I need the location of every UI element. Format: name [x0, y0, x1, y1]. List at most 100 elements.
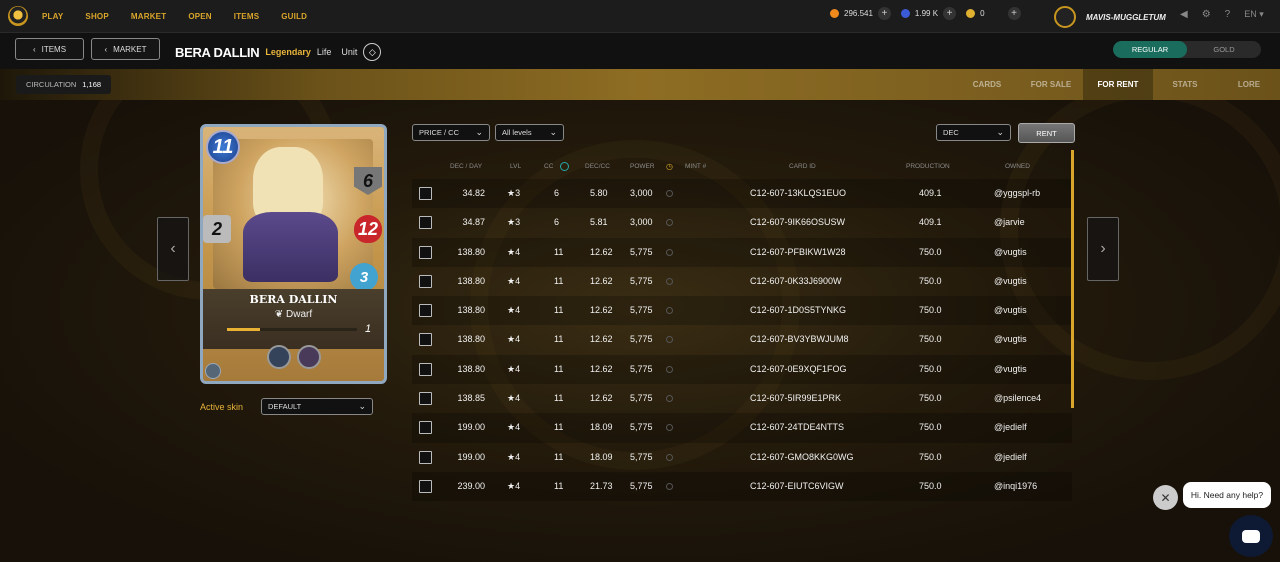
table-row[interactable]: 138.80 ★4 11 12.62 5,775 C12-607-0K33J6900W 75…	[412, 267, 1072, 296]
col-power[interactable]: POWER	[630, 163, 655, 170]
col-dec-day[interactable]: DEC / DAY	[450, 163, 482, 170]
cell-production: 750.0	[919, 480, 942, 491]
level-filter-select[interactable]: All levels ⌄	[495, 124, 564, 141]
table-row[interactable]: 138.80 ★4 11 12.62 5,775 C12-607-BV3YBWJUM8 75…	[412, 325, 1072, 354]
add-sps-button[interactable]: +	[943, 7, 957, 20]
back-market-button[interactable]: ‹ MARKET	[91, 38, 160, 60]
language-select[interactable]: EN ▾	[1244, 9, 1264, 20]
tab-for-rent[interactable]: FOR RENT	[1083, 69, 1153, 100]
row-checkbox[interactable]	[419, 333, 432, 347]
ability-icon[interactable]	[297, 345, 321, 369]
gear-icon[interactable]: ⚙	[1202, 9, 1211, 20]
cell-production: 750.0	[919, 275, 942, 286]
tab-stats[interactable]: STATS	[1153, 69, 1217, 100]
cell-owner[interactable]: @vugtis	[994, 305, 1027, 315]
chat-open-button[interactable]	[1229, 515, 1273, 557]
cell-owner[interactable]: @jarvie	[994, 217, 1025, 227]
chat-close-button[interactable]: ✕	[1153, 485, 1178, 510]
circulation-value: 1,168	[82, 80, 102, 89]
sound-icon[interactable]: ◀︎	[1180, 9, 1188, 20]
col-cc[interactable]: CC	[544, 163, 553, 170]
col-owned[interactable]: OWNED	[1005, 163, 1030, 170]
row-checkbox[interactable]	[419, 304, 432, 318]
row-checkbox[interactable]	[419, 392, 432, 406]
table-row[interactable]: 199.00 ★4 11 18.09 5,775 C12-607-24TDE4NTTS 75…	[412, 413, 1072, 443]
nav-play[interactable]: PLAY	[36, 6, 63, 21]
cell-owner[interactable]: @vugtis	[994, 276, 1027, 286]
circulation-label: CIRCULATION	[26, 80, 77, 89]
table-row[interactable]: 34.82 ★3 6 5.80 3,000 C12-607-13KLQS1EUO 409.1…	[412, 179, 1072, 209]
toggle-gold[interactable]: GOLD	[1187, 41, 1261, 58]
row-checkbox[interactable]	[419, 450, 432, 464]
cell-lvl: ★4	[507, 246, 521, 257]
col-mint[interactable]: MINT #	[685, 163, 706, 170]
info-icon[interactable]	[560, 162, 569, 171]
nav-market[interactable]: MARKET	[124, 6, 166, 21]
chat-greeting-bubble[interactable]: Hi. Need any help?	[1183, 482, 1271, 508]
sort-select[interactable]: PRICE / CC ⌄	[412, 124, 490, 141]
add-dec-button[interactable]: +	[877, 7, 891, 20]
cell-cc: 11	[554, 305, 564, 316]
toggle-regular[interactable]: REGULAR	[1113, 41, 1187, 58]
cell-dec-cc: 12.62	[590, 305, 613, 316]
speed-stat: 3	[350, 263, 378, 291]
cell-owner[interactable]: @vugtis	[994, 247, 1027, 257]
col-lvl[interactable]: LVL	[510, 163, 521, 170]
table-row[interactable]: 138.80 ★4 11 12.62 5,775 C12-607-0E9XQF1FOG 75…	[412, 354, 1072, 385]
nav-shop[interactable]: SHOP	[79, 6, 109, 21]
row-checkbox[interactable]	[419, 274, 432, 288]
cell-owner[interactable]: @vugtis	[994, 334, 1027, 344]
table-row[interactable]: 138.80 ★4 11 12.62 5,775 C12-607-PFBIKW1W28 75…	[412, 237, 1072, 267]
row-checkbox[interactable]	[419, 216, 432, 230]
row-checkbox[interactable]	[419, 245, 432, 259]
cell-owner[interactable]: @vugtis	[994, 364, 1027, 374]
cell-production: 409.1	[919, 217, 942, 228]
tab-for-sale[interactable]: FOR SALE	[1019, 69, 1083, 100]
col-card-id[interactable]: CARD ID	[789, 163, 816, 170]
tab-lore[interactable]: LORE	[1217, 69, 1280, 100]
table-row[interactable]: 138.80 ★4 11 12.62 5,775 C12-607-1D0S5TYNKG 75…	[412, 296, 1072, 326]
row-checkbox[interactable]	[419, 421, 432, 435]
skin-select[interactable]: DEFAULT ⌄	[261, 398, 373, 415]
row-checkbox[interactable]	[419, 479, 432, 493]
foil-toggle[interactable]: REGULAR GOLD	[1113, 41, 1261, 58]
cell-lvl: ★4	[507, 451, 521, 462]
row-checkbox[interactable]	[419, 187, 432, 200]
table-row[interactable]: 239.00 ★4 11 21.73 5,775 C12-607-EIUTC6VIGW 75…	[412, 471, 1072, 502]
cell-dec-day: 138.80	[457, 363, 485, 374]
add-credits-button[interactable]: +	[1007, 7, 1021, 20]
cell-power: 5,775	[630, 422, 653, 433]
nav-items[interactable]: ITEMS	[227, 6, 259, 21]
nav-guild[interactable]: GUILD	[275, 6, 307, 21]
cell-owner[interactable]: @jedielf	[994, 422, 1027, 432]
table-row[interactable]: 199.00 ★4 11 18.09 5,775 C12-607-GMO8KKG0WG 75…	[412, 443, 1072, 472]
cell-owner[interactable]: @yggspl-rb	[994, 188, 1040, 198]
next-card-button[interactable]: ›	[1087, 217, 1119, 281]
cell-owner[interactable]: @inqi1976	[994, 481, 1037, 491]
cell-owner[interactable]: @jedielf	[994, 452, 1027, 462]
help-icon[interactable]: ?	[1225, 9, 1231, 20]
cell-owner[interactable]: @psilence4	[994, 393, 1041, 403]
splinterlands-logo[interactable]	[8, 6, 28, 26]
user-menu[interactable]: MAVIS-MUGGLETUM	[1054, 6, 1166, 28]
cell-cc: 11	[554, 393, 564, 404]
rent-button[interactable]: RENT	[1018, 123, 1075, 143]
cell-lvl: ★4	[507, 422, 521, 433]
table-row[interactable]: 34.87 ★3 6 5.81 3,000 C12-607-9IK66OSUSW 409.1…	[412, 208, 1072, 237]
table-row[interactable]: 138.85 ★4 11 12.62 5,775 C12-607-5IR99E1PRK 75…	[412, 384, 1072, 413]
tab-cards[interactable]: CARDS	[955, 69, 1019, 100]
chevron-down-icon: ⌄	[358, 401, 366, 411]
cell-production: 750.0	[919, 393, 942, 404]
nav-open[interactable]: OPEN	[182, 6, 212, 21]
prev-card-button[interactable]: ‹	[157, 217, 189, 281]
table-scrollbar[interactable]	[1071, 150, 1074, 408]
level-progress-fill	[227, 328, 260, 331]
ability-icon[interactable]	[267, 345, 291, 369]
row-checkbox[interactable]	[419, 362, 432, 376]
cell-production: 750.0	[919, 451, 942, 462]
cell-power: 5,775	[630, 275, 653, 286]
currency-select[interactable]: DEC ⌄	[936, 124, 1011, 141]
col-production[interactable]: PRODUCTION	[906, 163, 950, 170]
col-dec-cc[interactable]: DEC/CC	[585, 163, 610, 170]
back-items-button[interactable]: ‹ ITEMS	[15, 38, 84, 60]
